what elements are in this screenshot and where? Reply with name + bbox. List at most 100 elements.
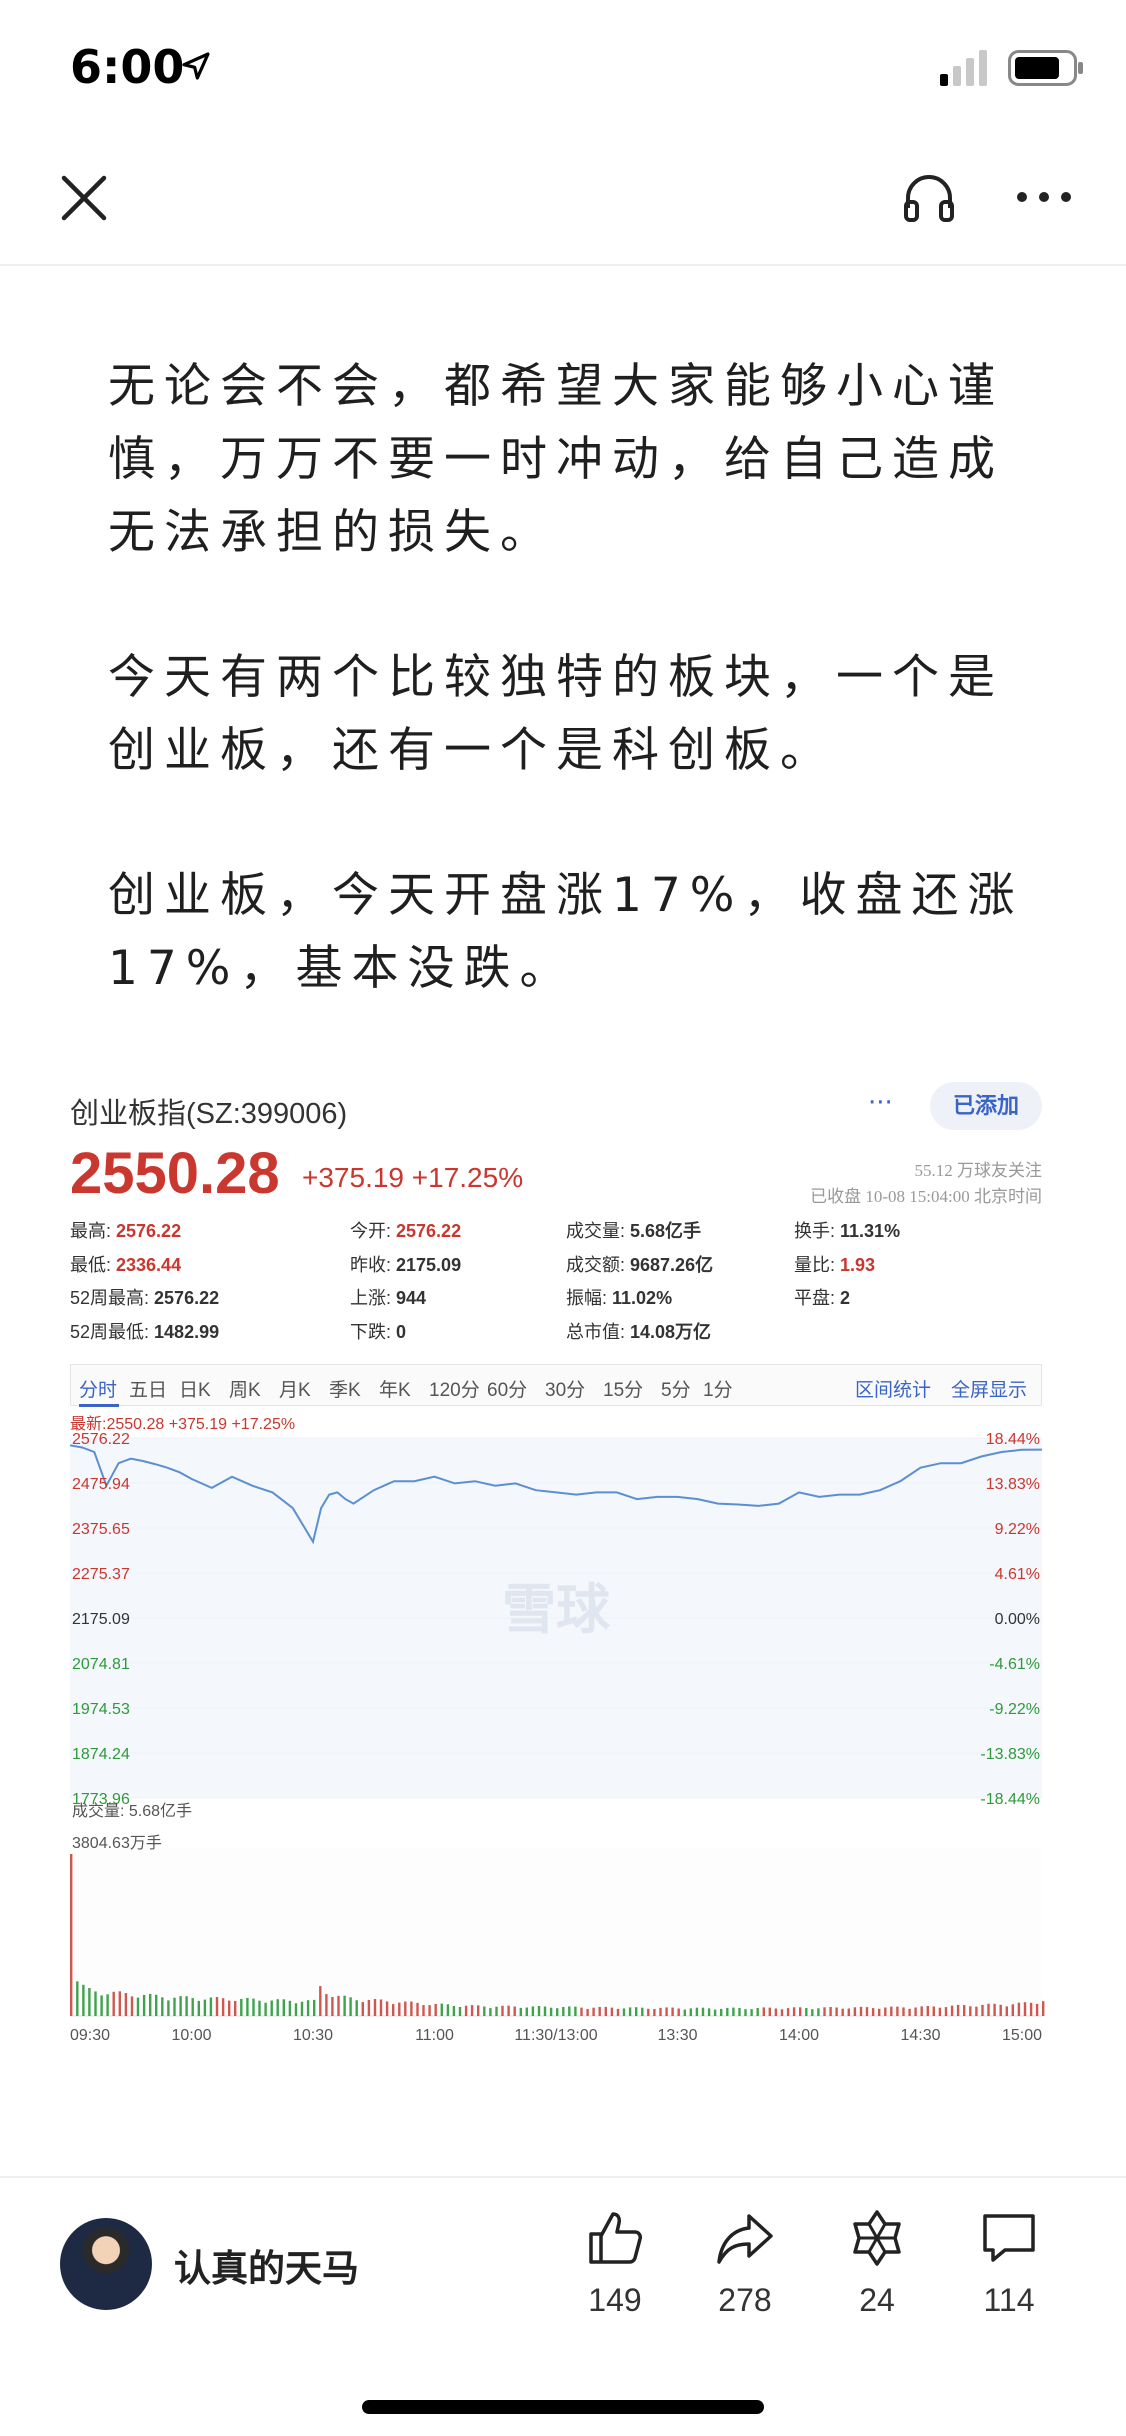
- volume-bar: [999, 2004, 1002, 2016]
- follower-count: 55.12 万球友关注: [914, 1161, 1043, 1180]
- volume-bar: [306, 2000, 310, 2016]
- quote-label: 振幅:: [566, 1288, 613, 1309]
- quote-label: 量比:: [794, 1254, 841, 1275]
- period-tab[interactable]: 月K: [279, 1375, 311, 1402]
- intraday-chart: 雪球 2576.22 2475.94 2375.65 2275.37 2175.09 207…: [69, 1431, 1045, 2044]
- fullscreen-link[interactable]: 全屏显示: [951, 1375, 1027, 1402]
- x-tick-label: 10:00: [171, 2027, 211, 2044]
- period-tab[interactable]: 五日: [129, 1375, 167, 1402]
- volume-bar: [258, 2000, 261, 2016]
- period-tab[interactable]: 60分: [487, 1375, 527, 1402]
- more-dots-icon: ···: [868, 1088, 893, 1118]
- period-tab[interactable]: 15分: [603, 1375, 643, 1402]
- volume-bar: [865, 2007, 869, 2016]
- quote-item: 换手: 11.31%: [794, 1217, 900, 1243]
- volume-bar: [513, 2006, 516, 2016]
- period-tab[interactable]: 分时: [79, 1375, 117, 1402]
- headphone-icon[interactable]: [900, 168, 958, 226]
- volume-bar: [774, 2008, 778, 2016]
- x-tick-label: 11:30/13:00: [514, 2027, 597, 2044]
- volume-bar: [829, 2007, 832, 2016]
- quote-item: 成交额: 9687.26亿: [566, 1251, 713, 1277]
- period-tab[interactable]: 季K: [329, 1375, 361, 1402]
- quote-value: 2175.09: [396, 1254, 462, 1275]
- author-avatar[interactable]: [60, 2218, 152, 2310]
- volume-bar: [142, 1995, 146, 2016]
- volume-bar: [799, 2007, 802, 2016]
- volume-bar: [993, 2003, 996, 2016]
- volume-bar: [252, 1998, 255, 2016]
- volume-bar: [1023, 2002, 1027, 2016]
- author-name[interactable]: 认真的天马: [174, 2238, 359, 2292]
- volume-bar: [70, 1854, 73, 2016]
- quote-value: 2336.44: [116, 1254, 182, 1275]
- quote-item: 上涨: 944: [350, 1284, 426, 1310]
- volume-bar: [422, 2005, 425, 2016]
- volume-bar: [276, 1999, 279, 2016]
- volume-bar: [701, 2007, 705, 2016]
- period-tab[interactable]: 日K: [179, 1375, 211, 1402]
- watermark-text: 雪球: [502, 1578, 611, 1641]
- location-arrow-icon: [182, 52, 210, 80]
- share-button[interactable]: 278: [700, 2208, 790, 2328]
- stock-quote-card[interactable]: 创业板指(SZ:399006) ··· 已添加 2550.28 +375.19 …: [69, 1080, 1045, 2044]
- period-tab[interactable]: 1分: [703, 1375, 733, 1402]
- volume-bar: [76, 1981, 79, 2016]
- range-stats-link[interactable]: 区间统计: [855, 1375, 931, 1402]
- volume-plot-area: [70, 1848, 1042, 2016]
- volume-bar: [884, 2007, 887, 2016]
- volume-bar: [598, 2006, 601, 2016]
- volume-bar: [373, 1999, 377, 2016]
- more-icon[interactable]: [1012, 168, 1076, 226]
- volume-bar: [161, 1997, 164, 2016]
- x-tick-label: 13:30: [657, 2027, 697, 2044]
- volume-bar: [167, 2000, 170, 2016]
- volume-bar: [203, 1999, 207, 2016]
- volume-bar: [720, 2008, 723, 2016]
- volume-bar: [288, 2000, 292, 2016]
- quote-label: 今开:: [350, 1221, 397, 1241]
- y-tick-label-right: 4.61%: [995, 1566, 1040, 1583]
- like-count: 149: [588, 2282, 642, 2318]
- volume-bar: [568, 2006, 571, 2016]
- quote-item: 今开: 2576.22: [350, 1217, 461, 1243]
- comment-button[interactable]: 114: [964, 2208, 1054, 2328]
- volume-bar: [738, 2008, 741, 2016]
- quote-item: 量比: 1.93: [794, 1251, 875, 1277]
- comment-count: 114: [983, 2282, 1035, 2318]
- volume-bar: [920, 2006, 923, 2016]
- volume-bar: [543, 2006, 547, 2016]
- volume-bar: [349, 1997, 352, 2016]
- volume-bar: [1042, 2001, 1045, 2016]
- volume-bar: [556, 2008, 559, 2016]
- close-icon[interactable]: [56, 170, 112, 226]
- nav-bar: [0, 140, 1126, 266]
- volume-bar: [215, 1997, 219, 2016]
- favorite-button[interactable]: 24: [832, 2208, 922, 2328]
- period-tab[interactable]: 30分: [545, 1375, 585, 1402]
- volume-bar: [817, 2008, 820, 2016]
- volume-bar: [385, 2001, 389, 2016]
- period-tab[interactable]: 120分: [429, 1375, 480, 1402]
- volume-bar: [501, 2005, 504, 2016]
- period-tab[interactable]: 年K: [379, 1375, 411, 1402]
- home-indicator[interactable]: [362, 2400, 764, 2414]
- y-tick-label-left: 2475.94: [72, 1476, 130, 1493]
- stock-price: 2550.28: [70, 1141, 280, 1206]
- volume-bar: [398, 2002, 401, 2016]
- period-tab[interactable]: 周K: [229, 1375, 261, 1402]
- volume-bar: [805, 2008, 808, 2016]
- volume-bar: [950, 2005, 954, 2016]
- volume-bar: [88, 1988, 91, 2016]
- volume-bar: [653, 2009, 656, 2016]
- like-button[interactable]: 149: [570, 2208, 660, 2328]
- period-tab[interactable]: 5分: [661, 1375, 691, 1402]
- volume-bar: [707, 2008, 711, 2016]
- favorite-count: 24: [859, 2282, 895, 2318]
- article-paragraph: 今天有两个比较独特的板块，一个是创业板，还有一个是科创板。: [108, 650, 1004, 778]
- volume-bar: [969, 2006, 972, 2016]
- volume-bar: [294, 2003, 298, 2016]
- volume-bar: [914, 2007, 917, 2016]
- comment-icon: [983, 2214, 1035, 2262]
- quote-label: 52周最低:: [70, 1321, 155, 1342]
